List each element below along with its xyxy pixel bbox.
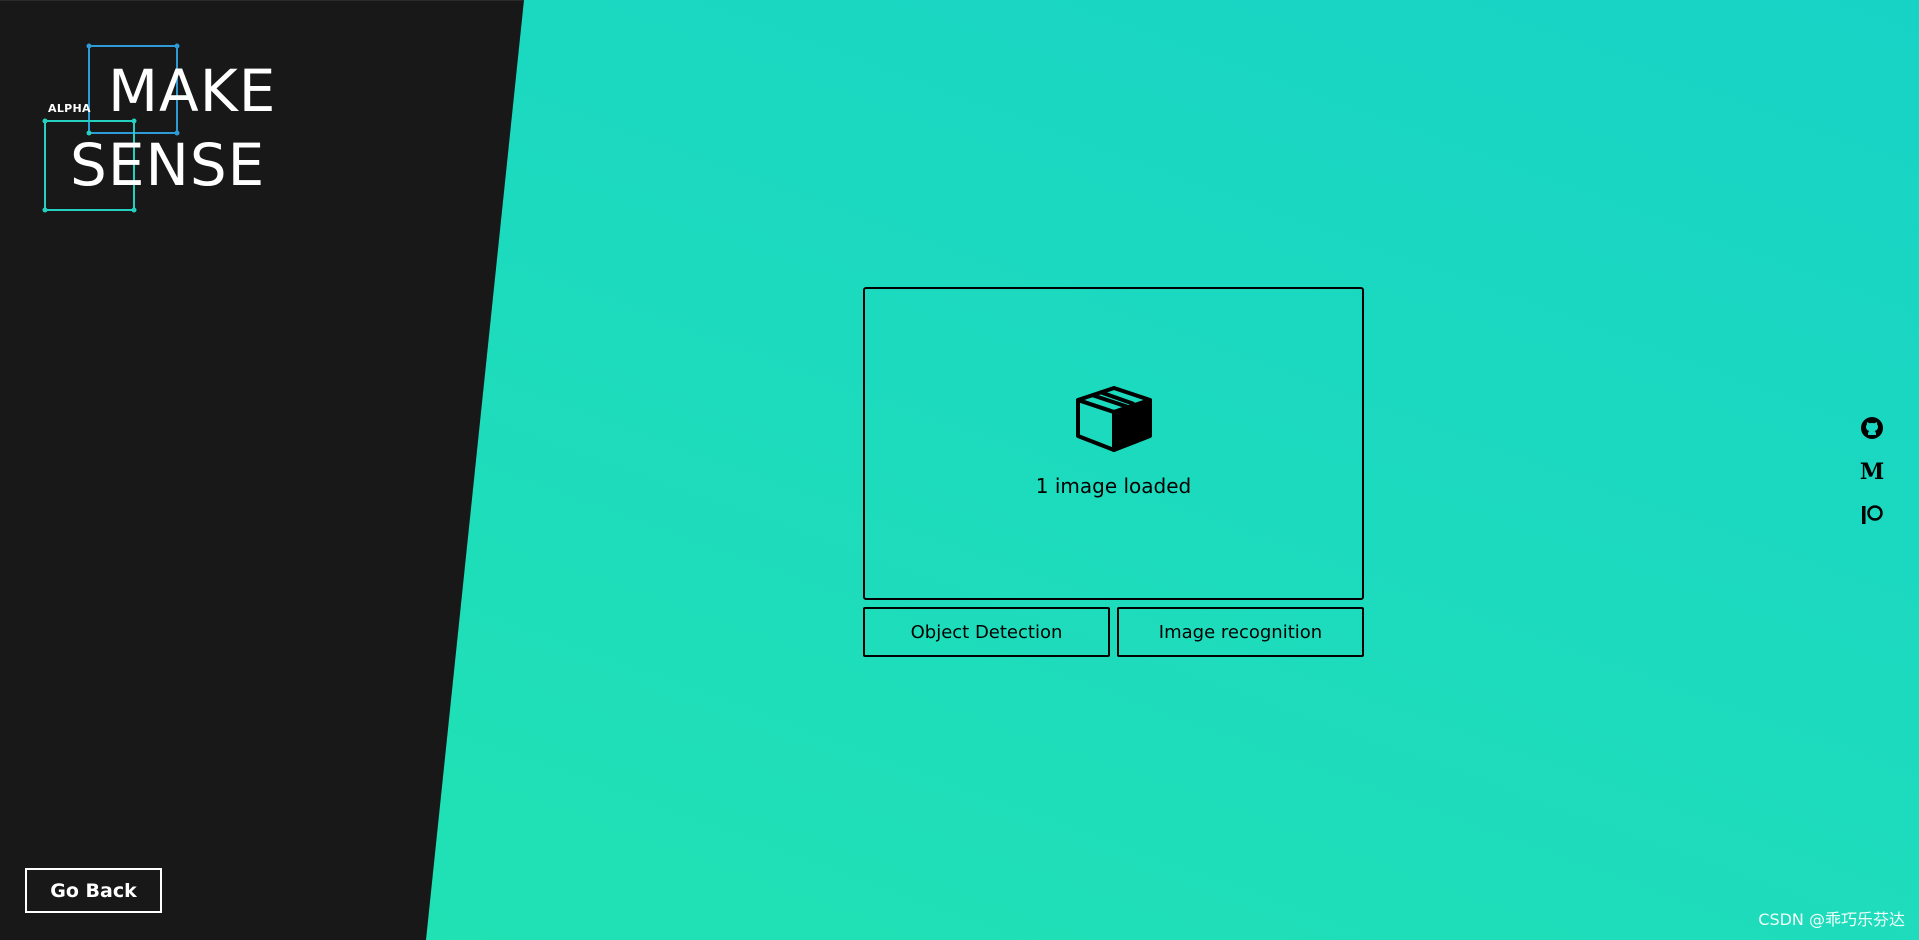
image-drop-zone[interactable]: 1 image loaded [863, 287, 1364, 600]
images-loaded-status: 1 image loaded [1035, 474, 1192, 498]
patreon-link[interactable] [1859, 502, 1885, 528]
page: ALPHA MAKE SENSE Go Back 1 image loaded … [0, 0, 1919, 940]
image-recognition-button[interactable]: Image recognition [1117, 607, 1364, 657]
medium-link[interactable]: M [1859, 459, 1885, 485]
watermark-text: CSDN @乖巧乐芬达 [1758, 910, 1905, 929]
make-sense-logo: ALPHA MAKE SENSE [38, 40, 298, 220]
box-icon [1075, 386, 1152, 452]
github-icon [1861, 417, 1883, 439]
github-link[interactable] [1859, 415, 1885, 441]
logo-alpha-badge: ALPHA [48, 102, 91, 115]
go-back-button[interactable]: Go Back [25, 868, 162, 913]
object-detection-button[interactable]: Object Detection [863, 607, 1110, 657]
logo-line-make: MAKE [108, 57, 277, 125]
patreon-icon [1862, 505, 1883, 524]
logo-line-sense: SENSE [70, 131, 266, 199]
